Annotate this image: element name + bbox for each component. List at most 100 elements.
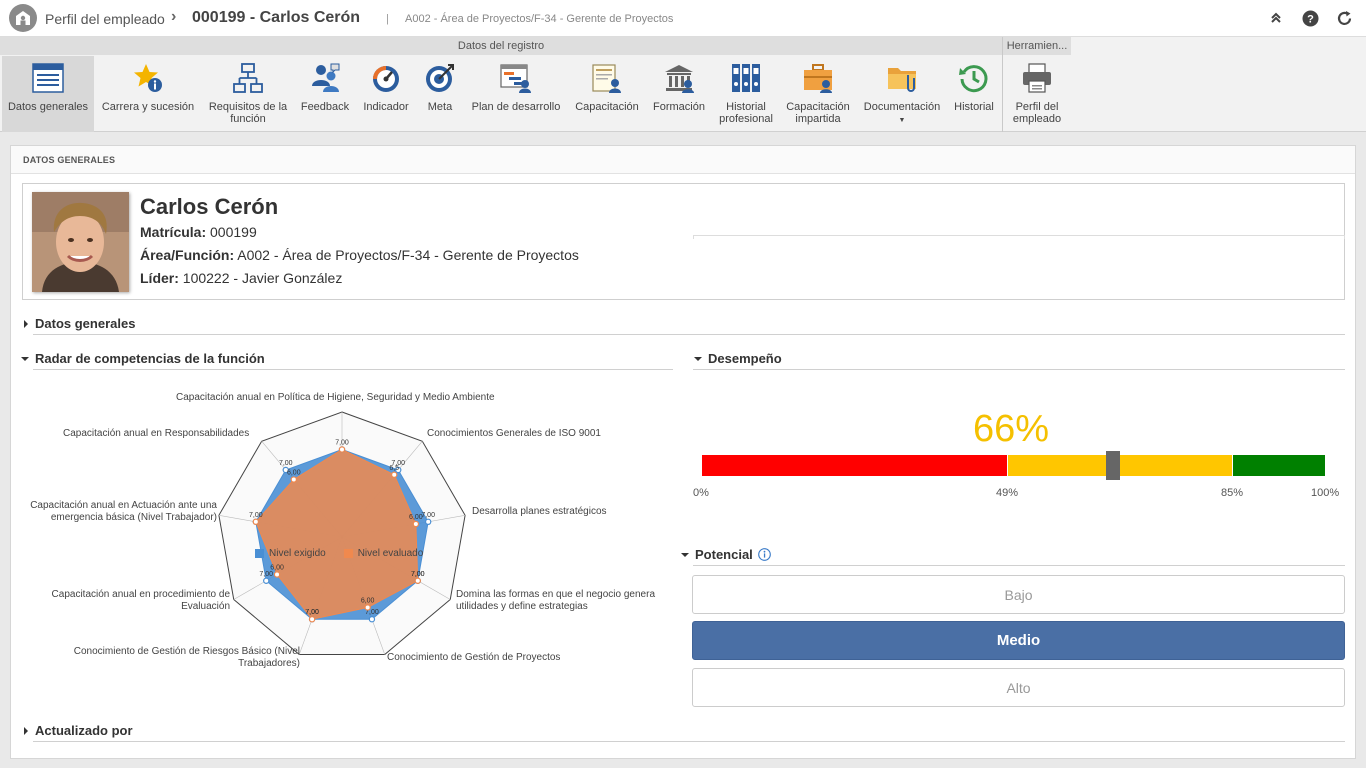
radar-axis-label: Conocimientos Generales de ISO 9001 (427, 428, 601, 439)
matricula-value: 000199 (210, 224, 257, 240)
institution-icon (661, 60, 697, 96)
ribbon-btn-carrera[interactable]: Carrera y sucesión (98, 56, 198, 132)
breadcrumb-divider: | (386, 13, 389, 25)
matricula-label: Matrícula: (140, 224, 207, 240)
section-actualizado-toggle[interactable]: Actualizado por (24, 723, 133, 738)
employee-name: Carlos Cerón (140, 194, 279, 219)
legend-label: Nivel exigido (269, 548, 326, 559)
gantt-icon (498, 60, 534, 96)
section-title: Potencial (695, 547, 753, 562)
caret-down-icon (694, 356, 702, 361)
radar-legend: Nivel exigido Nivel evaluado (255, 548, 423, 559)
ribbon-btn-label: Meta (427, 101, 453, 113)
ribbon-btn-meta[interactable]: Meta (420, 56, 460, 132)
radar-axis-label: Capacitación anual en Responsabilidades (63, 428, 250, 439)
performance-marker (1106, 451, 1121, 480)
employee-card: Carlos Cerón Matrícula: 000199 Área/Func… (22, 183, 1345, 300)
section-radar-toggle[interactable]: Radar de competencias de la función (21, 351, 265, 366)
ribbon-btn-formacion[interactable]: Formación (648, 56, 710, 132)
ribbon-btn-label: Perfil del empleado (1012, 101, 1062, 125)
performance-percentage: 66% (973, 408, 1050, 450)
caret-right-icon (24, 319, 28, 328)
divider (33, 741, 1345, 742)
radar-axis-label: Capacitación anual en Política de Higien… (176, 392, 495, 403)
performance-bar-segment (702, 455, 1008, 476)
legend-label: Nivel evaluado (357, 548, 424, 559)
employee-photo (32, 192, 129, 292)
caret-right-icon (24, 726, 28, 735)
briefcase-user-icon (800, 60, 836, 96)
legend-swatch (255, 549, 264, 558)
caret-down-icon (21, 356, 29, 361)
potential-option-bajo[interactable]: Bajo (692, 575, 1345, 614)
potential-option-alto[interactable]: Alto (692, 668, 1345, 707)
section-datos-generales-toggle[interactable]: Datos generales (24, 316, 135, 331)
star-info-icon (130, 60, 166, 96)
divider (693, 565, 1345, 566)
employee-leader-line: Líder: 100222 - Javier González (140, 270, 342, 286)
refresh-icon[interactable] (1335, 9, 1353, 27)
section-title: Actualizado por (35, 723, 133, 738)
top-bar: Perfil del empleado › 000199 - Carlos Ce… (0, 0, 1366, 37)
ribbon-btn-indicador[interactable]: Indicador (360, 56, 412, 132)
ribbon-btn-feedback[interactable]: Feedback (298, 56, 352, 132)
ribbon-btn-documentacion[interactable]: Documentación ▼ (860, 56, 944, 132)
breadcrumb-record: 000199 - Carlos Cerón (192, 9, 361, 26)
gauge-icon (368, 60, 404, 96)
app-logo-icon[interactable] (9, 4, 37, 32)
area-value: A002 - Área de Proyectos/F-34 - Gerente … (237, 247, 579, 263)
ribbon-btn-requisitos[interactable]: Requisitos de la función (204, 56, 292, 132)
ribbon-btn-historial[interactable]: Historial (950, 56, 998, 132)
section-potencial-toggle[interactable]: Potencial (681, 547, 771, 562)
ribbon-btn-label: Formación (653, 101, 705, 113)
breadcrumb-module[interactable]: Perfil del empleado (45, 11, 165, 27)
ribbon-divider (1002, 37, 1003, 132)
info-icon[interactable] (757, 548, 771, 561)
ribbon-btn-label: Requisitos de la función (208, 101, 288, 125)
radar-axis-label: Domina las formas en que el negocio gene… (456, 589, 656, 612)
potential-option-medio[interactable]: Medio (692, 621, 1345, 660)
collapse-icon[interactable] (1267, 9, 1285, 27)
section-title: Datos generales (35, 316, 136, 331)
legend-swatch (343, 549, 353, 558)
performance-tick-label: 85% (1221, 487, 1244, 499)
ribbon-btn-label: Capacitación (575, 101, 639, 113)
help-icon[interactable]: ? (1301, 9, 1319, 27)
svg-text:?: ? (1307, 13, 1314, 25)
ribbon-btn-label: Plan de desarrollo (471, 101, 561, 113)
folder-clip-icon (884, 60, 920, 96)
ribbon-group-label: Herramien... (1003, 37, 1071, 55)
ribbon-btn-label: Historial profesional (719, 101, 773, 125)
ribbon-btn-datos-generales[interactable]: Datos generales (2, 56, 94, 132)
form-icon (30, 60, 66, 96)
divider (33, 334, 1345, 335)
panel-title: DATOS GENERALES (11, 146, 1355, 174)
ribbon-toolbar: Datos del registro Herramien... Datos ge… (0, 37, 1366, 132)
ribbon-btn-plan[interactable]: Plan de desarrollo (468, 56, 564, 132)
performance-frame (693, 235, 1345, 239)
breadcrumb-path: A002 - Área de Proyectos/F-34 - Gerente … (405, 13, 674, 25)
ribbon-btn-label: Capacitación impartida (786, 101, 850, 125)
printer-icon (1019, 60, 1055, 96)
people-feedback-icon (307, 60, 343, 96)
ribbon-btn-capacitacion[interactable]: Capacitación (572, 56, 642, 132)
target-icon (422, 60, 458, 96)
ribbon-btn-capacitacion-impartida[interactable]: Capacitación impartida (782, 56, 854, 132)
radar-axis-label: Desarrolla planes estratégicos (472, 506, 607, 517)
ribbon-btn-historial-profesional[interactable]: Historial profesional (716, 56, 776, 132)
section-desempeno-toggle[interactable]: Desempeño (694, 351, 782, 366)
employee-id-line: Matrícula: 000199 (140, 224, 257, 240)
ribbon-btn-label: Indicador (363, 101, 409, 113)
org-chart-icon (230, 60, 266, 96)
radar-axis-label: Capacitación anual en procedimiento de E… (51, 589, 230, 612)
ribbon-btn-label: Feedback (300, 101, 350, 113)
radar-axis-label: Capacitación anual en Actuación ante una… (30, 500, 217, 523)
ribbon-group-label: Datos del registro (0, 37, 1002, 55)
performance-tick-label: 49% (996, 487, 1019, 499)
section-title: Radar de competencias de la función (35, 351, 265, 366)
section-title: Desempeño (708, 351, 782, 366)
history-icon (956, 60, 992, 96)
ribbon-btn-perfil-empleado[interactable]: Perfil del empleado (1006, 56, 1068, 132)
dropdown-caret-icon: ▼ (898, 117, 906, 124)
ribbon-btn-label: Datos generales (7, 101, 89, 113)
